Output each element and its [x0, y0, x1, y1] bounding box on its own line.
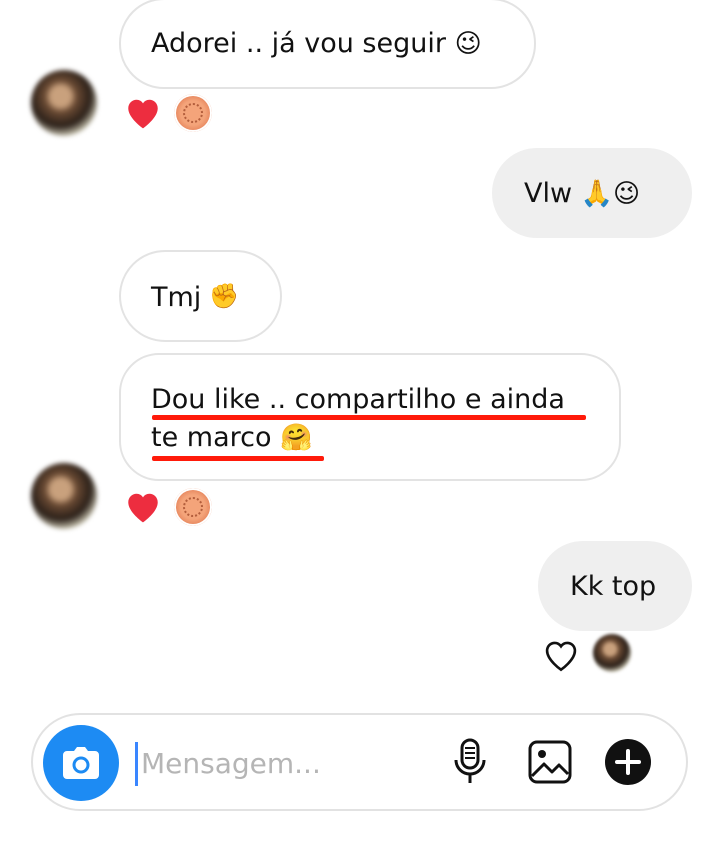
heart-reaction-icon[interactable] [123, 488, 163, 524]
heart-reaction-icon[interactable] [123, 94, 163, 130]
message-bubble-incoming[interactable]: Adorei .. já vou seguir 😉 [119, 0, 536, 89]
hug-emoji: 🤗 [280, 423, 313, 453]
text-cursor [135, 742, 138, 786]
pray-wink-emoji: 🙏😉 [580, 179, 641, 209]
plus-icon [605, 739, 651, 785]
reactor-avatar[interactable] [174, 94, 212, 132]
gallery-icon [528, 740, 572, 784]
red-underline-annotation [152, 415, 586, 420]
message-bubble-incoming[interactable]: Tmj ✊ [119, 250, 282, 342]
gallery-button[interactable] [525, 737, 575, 787]
microphone-icon [454, 738, 486, 783]
message-text: Kk top [570, 571, 657, 602]
heart-outline-icon[interactable] [541, 637, 581, 673]
message-input[interactable] [141, 741, 431, 785]
reactor-avatar[interactable] [174, 488, 212, 526]
message-text: Vlw [524, 178, 573, 209]
add-button[interactable] [603, 737, 653, 787]
message-text: Adorei .. já vou seguir [151, 28, 446, 59]
microphone-button[interactable] [445, 737, 495, 787]
red-underline-annotation [152, 456, 324, 461]
camera-icon [63, 747, 99, 779]
fist-emoji: ✊ [209, 282, 240, 310]
message-text-line-2: te marco [151, 422, 272, 453]
message-text-line-1: Dou like .. compartilho e ainda [151, 384, 565, 415]
avatar[interactable] [31, 70, 97, 136]
message-bubble-outgoing[interactable]: Vlw 🙏😉 [492, 148, 692, 238]
message-composer [31, 713, 688, 811]
camera-button[interactable] [43, 725, 119, 801]
seen-avatar [593, 634, 631, 672]
message-bubble-outgoing[interactable]: Kk top [538, 541, 692, 631]
avatar[interactable] [31, 463, 97, 529]
wink-emoji: 😉 [454, 29, 482, 59]
message-text: Tmj [151, 282, 202, 313]
